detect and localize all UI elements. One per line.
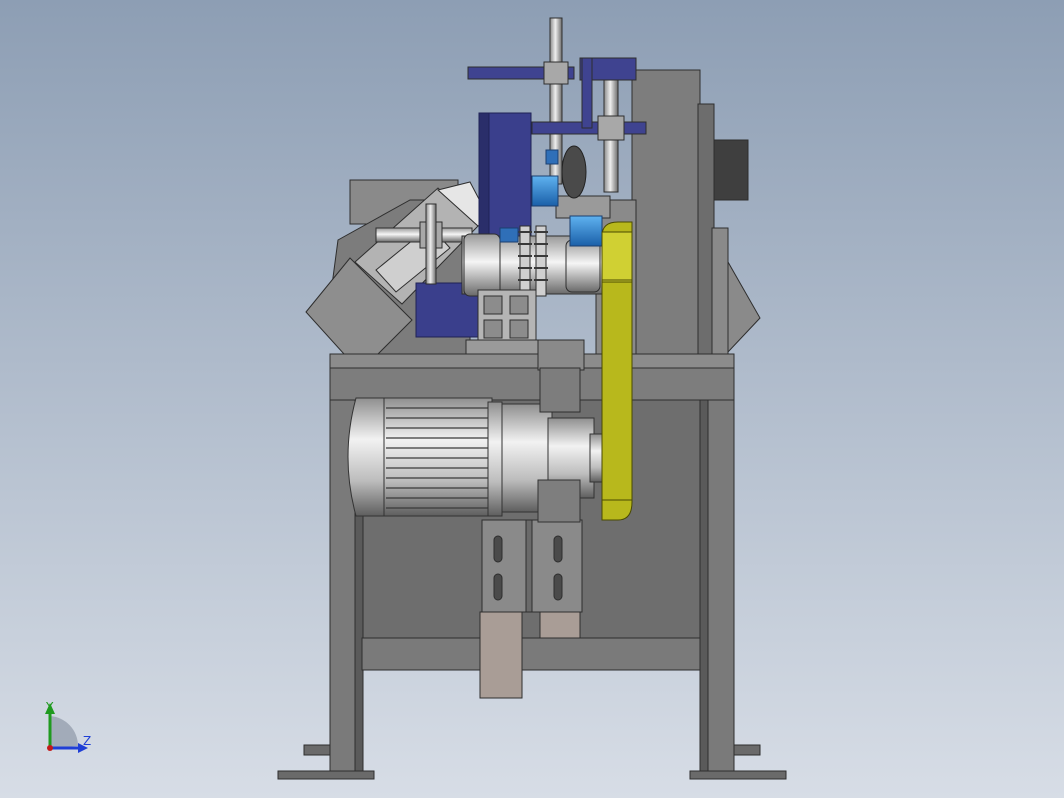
shaft-collar-right: [565, 239, 601, 293]
triad-origin: [47, 745, 53, 751]
support-block-left: [479, 611, 523, 699]
sprocket-2: [535, 225, 547, 297]
sprocket-1: [519, 225, 531, 297]
gearbox-mount: [537, 479, 581, 523]
support-block-right: [539, 611, 581, 639]
bearing-upper: [531, 175, 559, 207]
lower-crossbar: [361, 637, 701, 671]
cad-graphics-area[interactable]: Y Z: [0, 0, 1064, 798]
top-rail: [329, 367, 735, 401]
side-block: [713, 139, 749, 201]
pulley-dark: [561, 145, 587, 199]
belt-guard[interactable]: [601, 221, 633, 521]
z-axis-label: Z: [83, 734, 91, 748]
left-foot: [277, 770, 375, 780]
screw-nut-upper: [543, 61, 569, 85]
main-housing: [631, 69, 701, 355]
y-axis-label: Y: [45, 700, 54, 714]
housing-bracket: [555, 195, 611, 219]
machine-assembly-view[interactable]: Y Z: [0, 0, 1064, 798]
screw-nut-lower: [597, 115, 625, 141]
bearing-right: [569, 215, 603, 247]
right-foot: [689, 770, 787, 780]
shaft-collar-left: [463, 233, 501, 297]
